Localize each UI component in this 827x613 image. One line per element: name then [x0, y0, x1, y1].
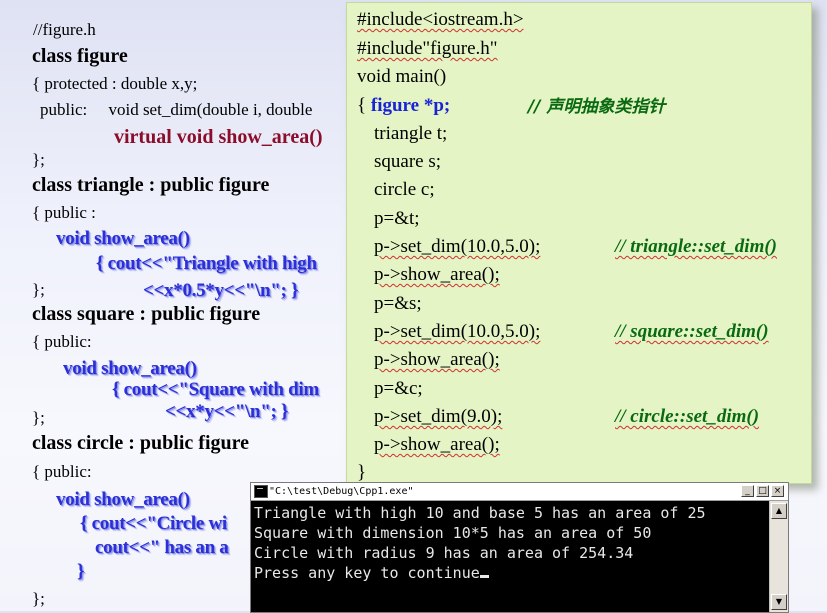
- vertical-scrollbar[interactable]: ▲ ▼: [769, 501, 788, 612]
- console-title: "C:\test\Debug\Cpp1.exe": [269, 486, 414, 497]
- code-line: void main(): [357, 66, 447, 87]
- console-output[interactable]: Triangle with high 10 and base 5 has an …: [251, 501, 768, 612]
- console-title-bar[interactable]: "C:\test\Debug\Cpp1.exe" _ □ ×: [251, 483, 788, 501]
- code-line: };: [32, 280, 45, 299]
- code-line: p->show_area();: [374, 349, 500, 370]
- slide: //figure.h class figure { protected : do…: [0, 0, 827, 613]
- code-line: <<x*y<<"\n"; }: [165, 401, 289, 422]
- code-line: p->show_area();: [374, 434, 500, 455]
- main-code-panel: #include<iostream.h> #include"figure.h" …: [346, 2, 812, 484]
- code-line: { protected : double x,y;: [32, 74, 198, 93]
- code-line: triangle t;: [374, 123, 448, 144]
- text-cursor: [479, 575, 489, 578]
- code-line: void show_area(): [56, 489, 190, 510]
- console-line: Press any key to continue: [254, 563, 489, 583]
- code-line: circle c;: [374, 179, 435, 200]
- code-comment: // circle::set_dim(): [615, 406, 760, 427]
- console-line: Circle with radius 9 has an area of 254.…: [254, 544, 634, 562]
- code-line: class triangle : public figure: [32, 174, 270, 196]
- console-line: Square with dimension 10*5 has an area o…: [254, 524, 652, 542]
- code-line: p->set_dim(9.0);: [374, 406, 503, 427]
- minimize-button[interactable]: _: [741, 485, 754, 497]
- code-comment: // triangle::set_dim(): [615, 236, 778, 257]
- code-line: { cout<<"Square with dim: [112, 379, 319, 400]
- code-line: class square : public figure: [32, 303, 261, 325]
- code-line: square s;: [374, 151, 442, 172]
- code-line: { figure *p;: [357, 95, 451, 116]
- code-line: { public:: [32, 462, 92, 481]
- code-line: { cout<<"Circle wi: [80, 513, 227, 534]
- code-line: <<x*0.5*y<<"\n"; }: [143, 280, 299, 301]
- code-line: p->set_dim(10.0,5.0);: [374, 321, 541, 342]
- code-line: void show_area(): [56, 228, 190, 249]
- code-line: #include<iostream.h>: [357, 9, 524, 30]
- code-comment: // 声明抽象类指针: [528, 97, 666, 117]
- maximize-button[interactable]: □: [756, 485, 769, 497]
- code-line: p->set_dim(10.0,5.0);: [374, 236, 541, 257]
- code-line: class circle : public figure: [32, 432, 250, 454]
- code-line: public: void set_dim(double i, double: [40, 100, 313, 119]
- scroll-down-button[interactable]: ▼: [771, 594, 787, 610]
- code-line: }: [77, 561, 85, 582]
- code-line: }: [357, 462, 367, 483]
- console-line: Triangle with high 10 and base 5 has an …: [254, 504, 706, 522]
- scroll-up-button[interactable]: ▲: [771, 503, 787, 519]
- code-line: { cout<<"Triangle with high: [96, 253, 317, 274]
- code-line: class figure: [32, 45, 128, 67]
- code-line: p=&s;: [374, 293, 422, 314]
- code-line: p->show_area();: [374, 264, 500, 285]
- code-line: cout<<" has an a: [95, 537, 229, 558]
- console-window[interactable]: "C:\test\Debug\Cpp1.exe" _ □ × Triangle …: [250, 482, 789, 613]
- close-button[interactable]: ×: [771, 485, 784, 497]
- code-comment: // square::set_dim(): [615, 321, 769, 342]
- code-line: };: [32, 408, 45, 427]
- code-line: void show_area(): [63, 358, 197, 379]
- code-line: };: [32, 150, 45, 169]
- code-line-virtual: virtual void show_area(): [114, 126, 323, 148]
- code-line: { public:: [32, 332, 92, 351]
- code-line: { public :: [32, 203, 96, 222]
- code-line: p=&c;: [374, 378, 423, 399]
- code-line: p=&t;: [374, 208, 420, 229]
- code-line: #include"figure.h": [357, 38, 498, 59]
- console-app-icon[interactable]: [254, 485, 268, 498]
- code-line: };: [32, 589, 45, 608]
- code-line: //figure.h: [33, 20, 96, 39]
